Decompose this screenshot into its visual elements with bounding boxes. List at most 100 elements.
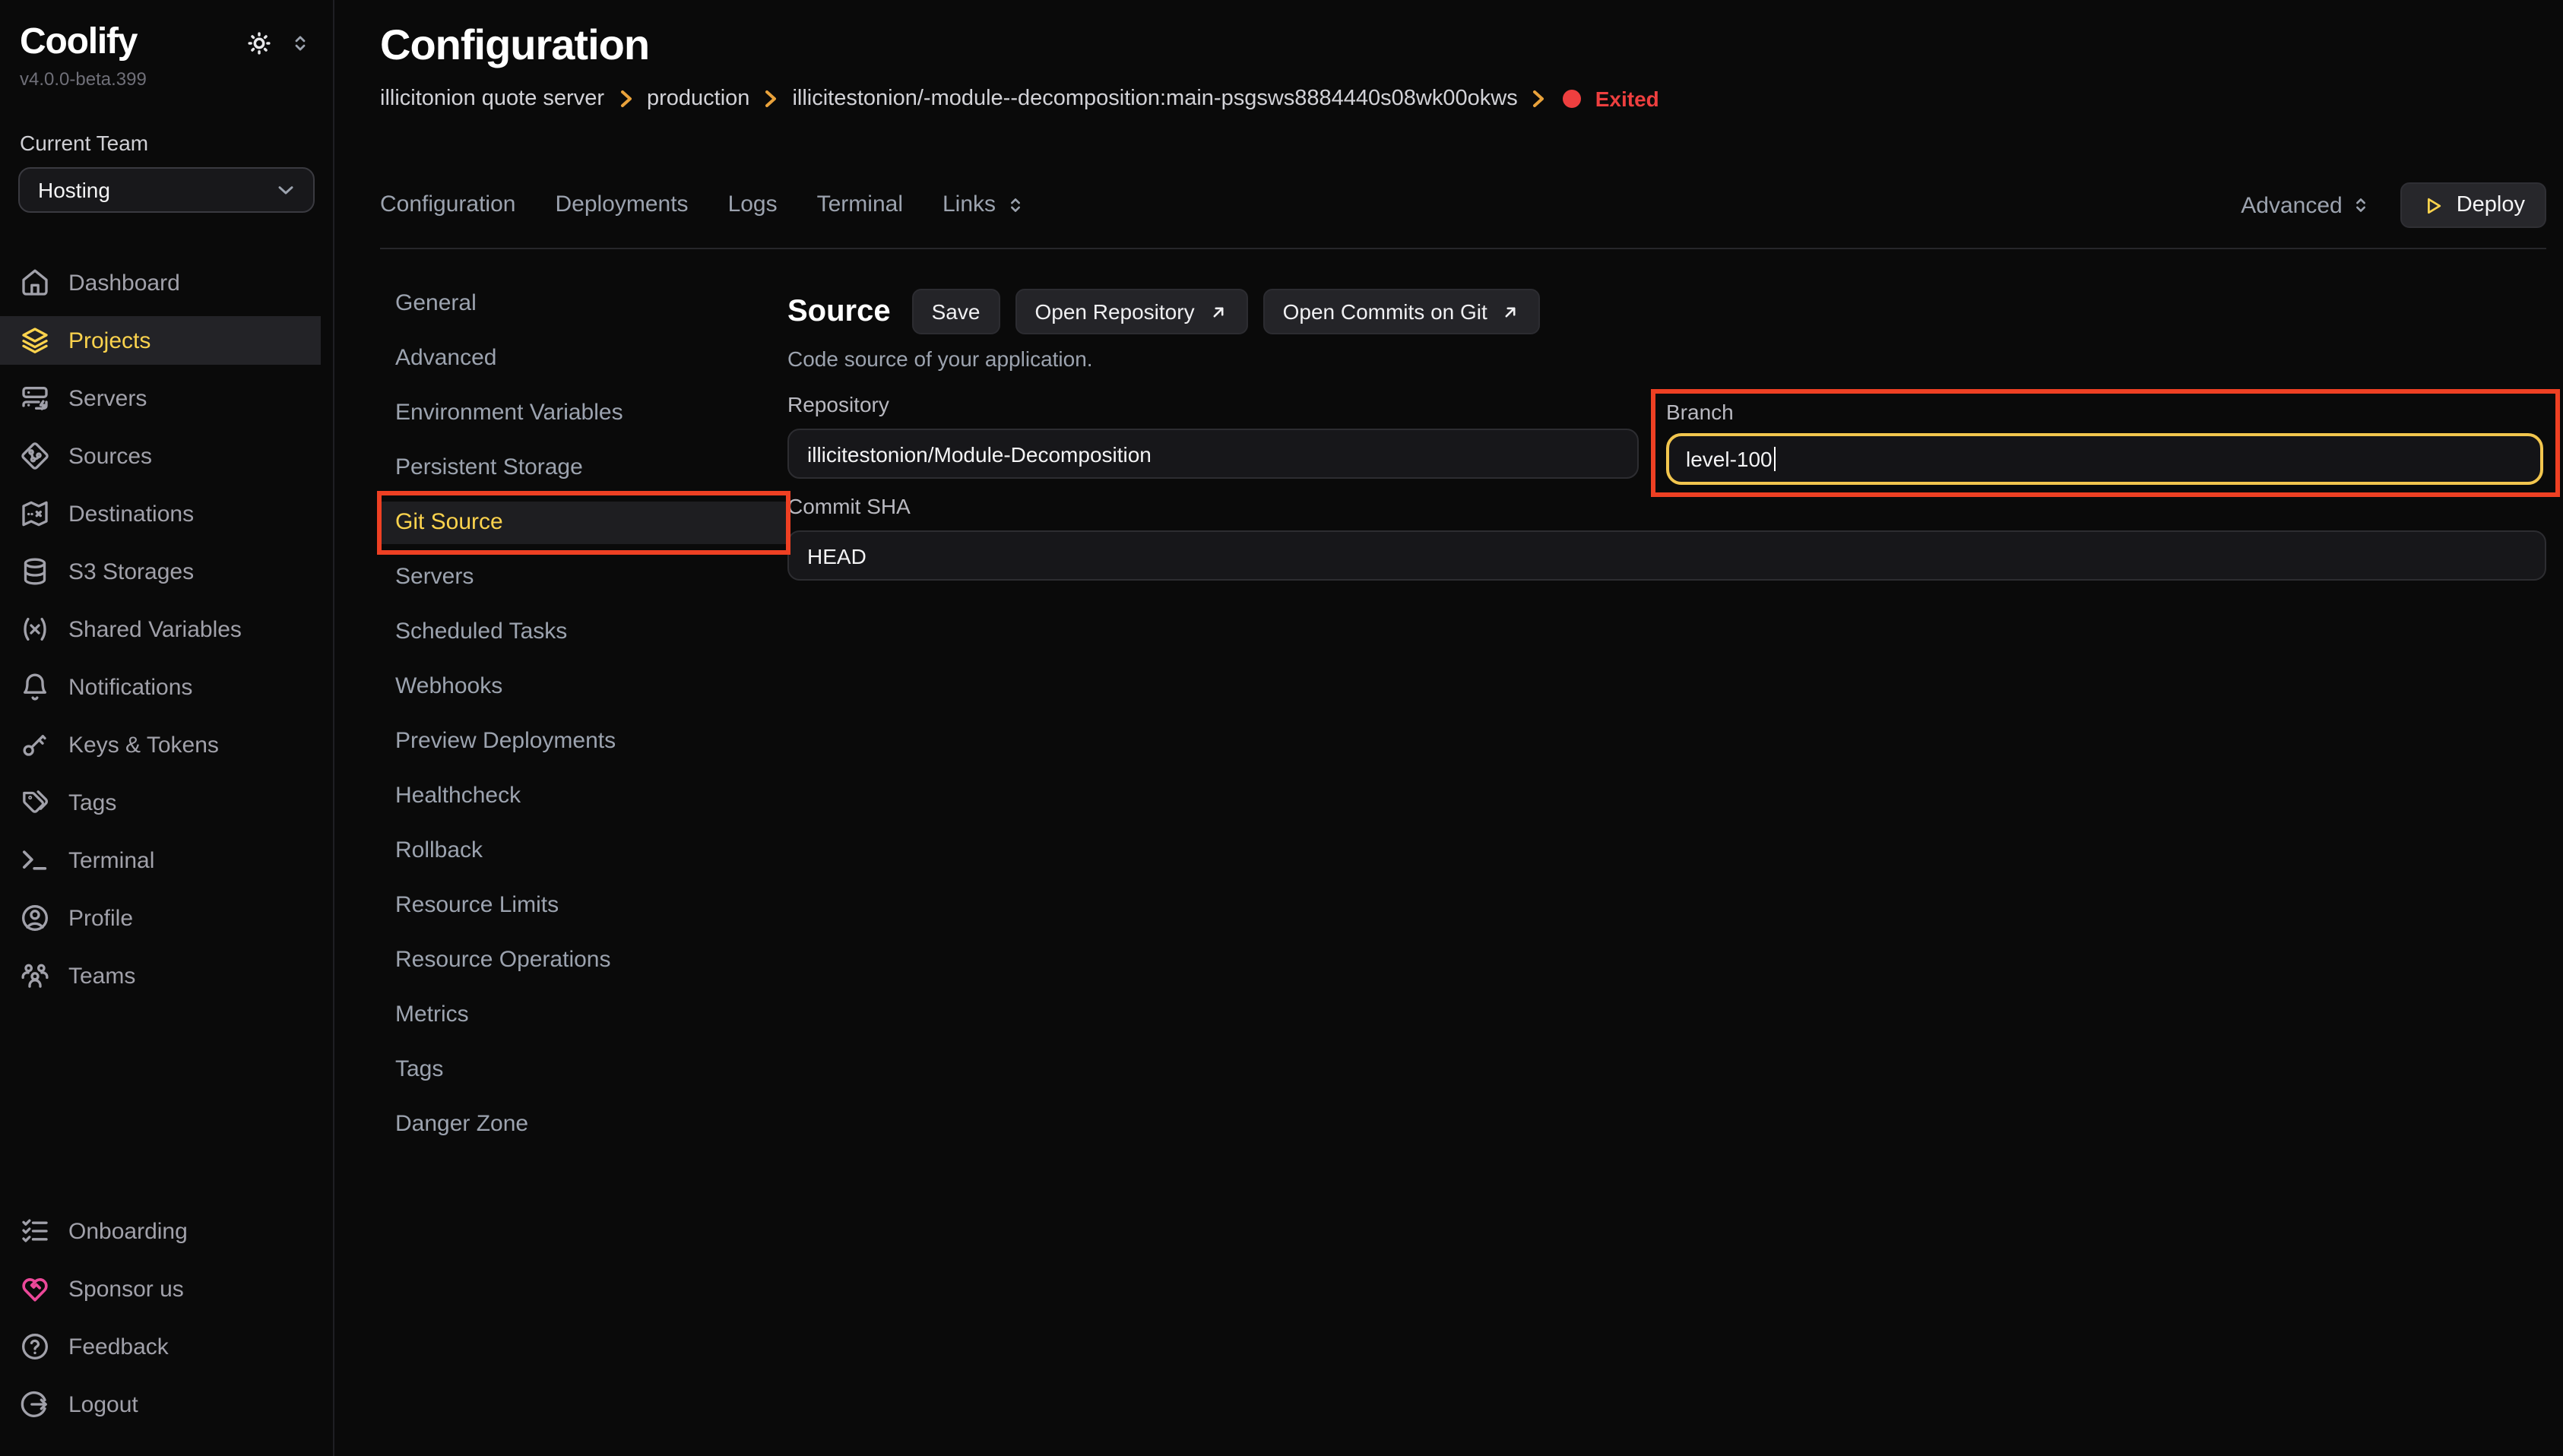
subnav-item-preview-deployments[interactable]: Preview Deployments	[380, 720, 787, 763]
sidebar-item-teams[interactable]: Teams	[0, 951, 333, 1000]
source-description: Code source of your application.	[787, 347, 2546, 371]
settings-subnav: General Advanced Environment Variables P…	[380, 249, 787, 1158]
text-cursor	[1774, 447, 1776, 471]
breadcrumb: illicitonion quote server production ill…	[380, 84, 2546, 114]
advanced-selector[interactable]: Advanced	[2241, 192, 2371, 218]
sidebar-item-feedback[interactable]: Feedback	[0, 1322, 333, 1371]
breadcrumb-application[interactable]: illicitestonion/-module--decomposition:m…	[792, 87, 1517, 111]
sidebar-item-logout[interactable]: Logout	[0, 1380, 333, 1429]
commit-sha-input[interactable]	[787, 530, 2546, 581]
tab-configuration[interactable]: Configuration	[380, 190, 515, 220]
tab-deployments[interactable]: Deployments	[555, 190, 688, 220]
app-logo: Coolify	[20, 21, 137, 64]
app-version: v4.0.0-beta.399	[0, 68, 333, 90]
subnav-item-webhooks[interactable]: Webhooks	[380, 666, 787, 708]
server-icon	[20, 383, 50, 413]
subnav-item-general[interactable]: General	[380, 283, 787, 325]
sidebar-footer: Onboarding Sponsor us Feedback Logout	[0, 1207, 333, 1438]
theme-sun-icon[interactable]	[245, 28, 274, 57]
subnav-item-persistent-storage[interactable]: Persistent Storage	[380, 447, 787, 489]
git-source-icon	[20, 441, 50, 471]
sidebar-item-sponsor-us[interactable]: Sponsor us	[0, 1265, 333, 1313]
page-title: Configuration	[380, 21, 2546, 70]
branch-label: Branch	[1666, 397, 2543, 427]
sidebar-item-s3-storages[interactable]: S3 Storages	[0, 547, 333, 596]
subnav-item-advanced[interactable]: Advanced	[380, 337, 787, 380]
status-dot	[1563, 90, 1582, 108]
sidebar-item-terminal[interactable]: Terminal	[0, 836, 333, 885]
main-content: Configuration illicitonion quote server …	[334, 0, 2563, 1456]
app-window: Coolify v4.0.0-beta	[0, 0, 2563, 1456]
external-link-icon	[1209, 302, 1228, 321]
sidebar-item-keys-tokens[interactable]: Keys & Tokens	[0, 720, 333, 769]
sidebar-item-destinations[interactable]: Destinations	[0, 489, 333, 538]
key-icon	[20, 730, 50, 760]
subnav-item-tags[interactable]: Tags	[380, 1049, 787, 1091]
sidebar-item-shared-variables[interactable]: Shared Variables	[0, 605, 333, 654]
branch-input[interactable]: level-100	[1666, 433, 2543, 485]
layers-icon	[20, 325, 50, 356]
subnav-item-scheduled-tasks[interactable]: Scheduled Tasks	[380, 611, 787, 654]
bell-icon	[20, 672, 50, 702]
home-icon	[20, 267, 50, 298]
save-button[interactable]: Save	[912, 289, 1000, 334]
sidebar-item-dashboard[interactable]: Dashboard	[0, 258, 333, 307]
sidebar-collapse-icon[interactable]	[289, 31, 312, 54]
logout-icon	[20, 1389, 50, 1420]
commit-sha-field-group: Commit SHA	[787, 491, 2546, 581]
chevron-right-icon	[1532, 88, 1547, 109]
user-icon	[20, 903, 50, 933]
repository-field-group: Repository	[787, 389, 1639, 497]
play-icon	[2422, 194, 2444, 217]
sidebar: Coolify v4.0.0-beta	[0, 0, 334, 1456]
status-badge: Exited	[1595, 87, 1659, 111]
subnav-item-resource-limits[interactable]: Resource Limits	[380, 885, 787, 927]
sidebar-item-notifications[interactable]: Notifications	[0, 663, 333, 711]
subnav-item-resource-operations[interactable]: Resource Operations	[380, 939, 787, 982]
commit-sha-label: Commit SHA	[787, 491, 2546, 521]
users-icon	[20, 961, 50, 991]
sidebar-item-tags[interactable]: Tags	[0, 778, 333, 827]
subnav-item-rollback[interactable]: Rollback	[380, 830, 787, 872]
subnav-item-healthcheck[interactable]: Healthcheck	[380, 775, 787, 818]
checklist-icon	[20, 1216, 50, 1246]
terminal-icon	[20, 845, 50, 875]
annotation-highlight-box-branch: Branch level-100	[1651, 389, 2560, 497]
repository-input[interactable]	[787, 429, 1639, 479]
heart-icon	[20, 1274, 50, 1304]
variable-icon	[20, 614, 50, 644]
tabs-bar: Configuration Deployments Logs Terminal …	[380, 190, 2546, 220]
subnav-item-danger-zone[interactable]: Danger Zone	[380, 1103, 787, 1146]
breadcrumb-environment[interactable]: production	[647, 87, 749, 111]
external-link-icon	[1501, 302, 1521, 321]
repository-label: Repository	[787, 389, 1639, 419]
sidebar-item-servers[interactable]: Servers	[0, 374, 333, 423]
team-select[interactable]: Hosting	[18, 167, 315, 213]
deploy-button[interactable]: Deploy	[2400, 182, 2546, 228]
open-repository-button[interactable]: Open Repository	[1015, 289, 1247, 334]
chevrons-up-down-icon	[1005, 195, 1026, 216]
source-heading: Source	[787, 294, 891, 329]
subnav-item-git-source[interactable]: Git Source	[380, 502, 787, 544]
map-icon	[20, 499, 50, 529]
subnav-item-metrics[interactable]: Metrics	[380, 994, 787, 1037]
chevron-right-icon	[618, 88, 633, 109]
tab-logs[interactable]: Logs	[728, 190, 778, 220]
open-commits-button[interactable]: Open Commits on Git	[1263, 289, 1541, 334]
source-section: Source Save Open Repository Open Commits…	[787, 249, 2546, 1158]
tags-icon	[20, 787, 50, 818]
chevron-down-icon	[274, 178, 298, 202]
sidebar-item-projects[interactable]: Projects	[0, 316, 321, 365]
sidebar-item-onboarding[interactable]: Onboarding	[0, 1207, 333, 1255]
tab-links[interactable]: Links	[943, 190, 1026, 220]
sidebar-item-profile[interactable]: Profile	[0, 894, 333, 942]
database-icon	[20, 556, 50, 587]
tab-terminal[interactable]: Terminal	[817, 190, 903, 220]
chevron-right-icon	[763, 88, 778, 109]
chevrons-up-down-icon	[2350, 195, 2371, 216]
breadcrumb-project[interactable]: illicitonion quote server	[380, 87, 604, 111]
subnav-item-servers[interactable]: Servers	[380, 556, 787, 599]
subnav-item-environment-variables[interactable]: Environment Variables	[380, 392, 787, 435]
sidebar-item-sources[interactable]: Sources	[0, 432, 333, 480]
team-select-value: Hosting	[38, 178, 110, 202]
